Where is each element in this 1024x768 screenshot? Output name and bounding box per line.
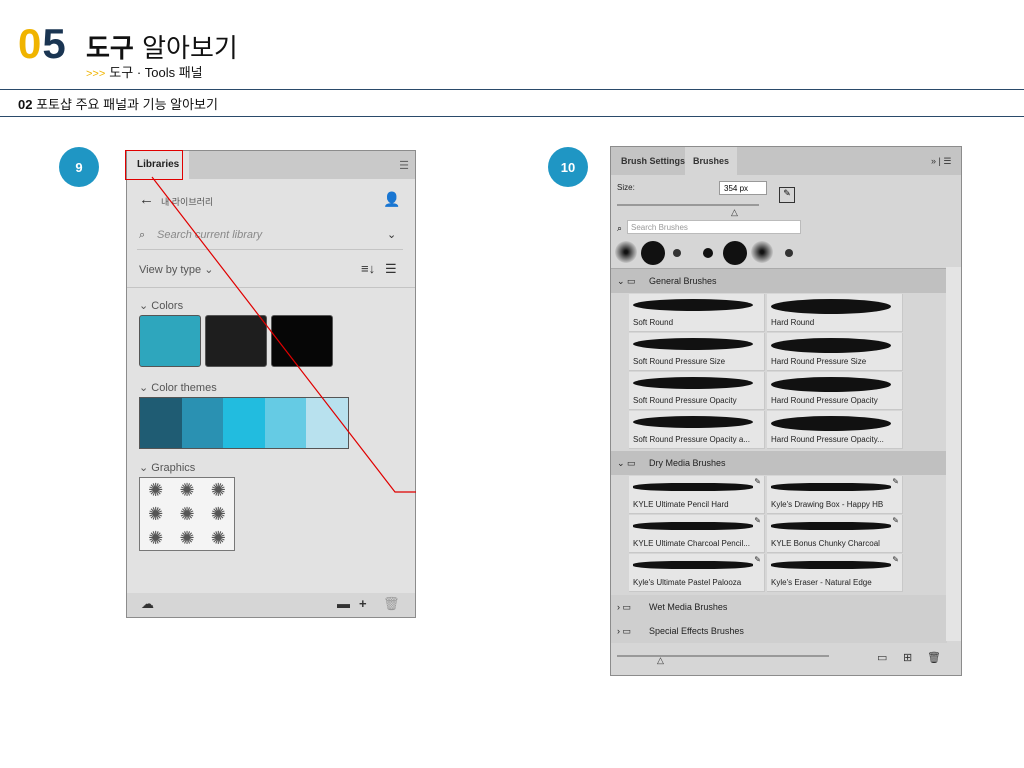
pencil-icon: ✎ — [754, 516, 761, 525]
chapter-subtitle: >>> 도구 · Tools 패널 — [86, 65, 203, 80]
brush-preset-hard-2[interactable] — [723, 241, 747, 265]
ferris-wheel-icon: ✺ — [179, 504, 195, 524]
brush-name: KYLE Ultimate Charcoal Pencil... — [633, 539, 750, 548]
ferris-wheel-icon: ✺ — [179, 528, 195, 548]
brush-name: KYLE Bonus Chunky Charcoal — [771, 539, 880, 548]
zoom-slider-track[interactable] — [617, 655, 829, 657]
brush-stroke-preview — [633, 377, 753, 389]
size-input[interactable]: 354 px — [719, 181, 767, 195]
add-icon[interactable]: + — [359, 596, 367, 611]
brush-cell[interactable]: ✎ KYLE Ultimate Pencil Hard — [629, 476, 765, 514]
pencil-icon: ✎ — [754, 555, 761, 564]
brush-stroke-preview — [633, 338, 753, 350]
brush-stroke-preview — [771, 338, 891, 353]
group-special-effects-brushes[interactable]: › ▭ Special Effects Brushes — [611, 619, 947, 643]
brush-stroke-preview — [771, 483, 891, 491]
panel-menu-icon[interactable]: ☰ — [399, 159, 409, 172]
brush-cell[interactable]: ✎ KYLE Bonus Chunky Charcoal — [767, 515, 903, 553]
pencil-icon: ✎ — [892, 555, 899, 564]
brush-stroke-preview — [771, 377, 891, 392]
panel-menu-icon[interactable]: » | ☰ — [923, 147, 959, 175]
group-general-brushes[interactable]: ⌄ ▭ General Brushes — [611, 269, 947, 293]
brushes-panel: Brush Settings Brushes » | ☰ Size: 354 p… — [610, 146, 962, 676]
brush-name: KYLE Ultimate Pencil Hard — [633, 500, 729, 509]
brush-preset-hard[interactable] — [641, 241, 665, 265]
divider-bottom — [0, 116, 1024, 117]
pencil-icon: ✎ — [892, 516, 899, 525]
brushes-tabbar: Brush Settings Brushes » | ☰ — [611, 147, 961, 175]
folder-icon[interactable]: ▬ — [337, 596, 350, 611]
brush-name: Kyle's Ultimate Pastel Palooza — [633, 578, 742, 587]
brush-name: Soft Round Pressure Size — [633, 357, 726, 366]
tab-brushes[interactable]: Brushes — [685, 147, 738, 175]
brush-cell[interactable]: ✎ Kyle's Drawing Box - Happy HB — [767, 476, 903, 514]
chapter-number: 05 — [18, 20, 67, 67]
brush-stroke-preview — [633, 299, 753, 311]
brush-stroke-preview — [771, 561, 891, 569]
brush-name: Soft Round Pressure Opacity a... — [633, 435, 750, 444]
ferris-wheel-icon: ✺ — [148, 528, 164, 548]
brush-preset-soft-2[interactable] — [751, 241, 773, 263]
pencil-icon: ✎ — [892, 477, 899, 486]
group-dry-media-brushes[interactable]: ⌄ ▭ Dry Media Brushes — [611, 451, 947, 475]
step-badge-9: 9 — [59, 147, 99, 187]
ferris-wheel-icon: ✺ — [210, 504, 226, 524]
search-icon: ⌕ — [617, 223, 623, 233]
brush-preset-dot[interactable] — [703, 248, 713, 258]
brush-stroke-preview — [633, 522, 753, 530]
brush-name: Kyle's Drawing Box - Happy HB — [771, 500, 884, 509]
size-slider-handle[interactable]: △ — [731, 207, 738, 218]
brush-search-input[interactable]: Search Brushes — [627, 220, 801, 234]
brush-cell[interactable]: ✎ KYLE Ultimate Charcoal Pencil... — [629, 515, 765, 553]
brush-stroke-preview — [633, 483, 753, 491]
brush-name: Hard Round Pressure Opacity... — [771, 435, 884, 444]
pencil-icon: ✎ — [754, 477, 761, 486]
chapter-title: 도구 알아보기 — [86, 34, 238, 64]
brush-cell[interactable]: Hard Round Pressure Opacity... — [767, 411, 903, 449]
brush-preview-icon[interactable]: ✎ — [779, 187, 795, 203]
brush-preset-soft[interactable] — [615, 241, 637, 263]
callout-line — [151, 176, 416, 493]
brush-name: Kyle's Eraser - Natural Edge — [771, 578, 872, 587]
size-label: Size: — [617, 183, 635, 192]
brush-cell[interactable]: Soft Round Pressure Opacity — [629, 372, 765, 410]
brush-cell[interactable]: Soft Round Pressure Size — [629, 333, 765, 371]
group-wet-media-brushes[interactable]: › ▭ Wet Media Brushes — [611, 595, 947, 619]
brush-stroke-preview — [771, 416, 891, 431]
ferris-wheel-icon: ✺ — [210, 528, 226, 548]
brush-stroke-preview — [633, 561, 753, 569]
divider-top — [0, 89, 1024, 90]
brush-stroke-preview — [771, 522, 891, 530]
step-badge-10: 10 — [548, 147, 588, 187]
brush-name: Hard Round Pressure Size — [771, 357, 867, 366]
brush-name: Hard Round — [771, 318, 815, 327]
brush-stroke-preview — [633, 416, 753, 428]
cloud-icon[interactable]: ☁ — [141, 596, 154, 612]
folder-icon[interactable]: ▭ — [877, 651, 887, 664]
scrollbar[interactable] — [946, 267, 961, 641]
brush-cell[interactable]: ✎ Kyle's Eraser - Natural Edge — [767, 554, 903, 592]
brush-preset-small-2[interactable] — [785, 249, 793, 257]
libraries-footer: ☁ ▬ + 🗑 — [127, 593, 415, 617]
brush-cell[interactable]: Hard Round — [767, 294, 903, 332]
brush-preset-small[interactable] — [673, 249, 681, 257]
brush-cell[interactable]: Soft Round — [629, 294, 765, 332]
brush-name: Soft Round Pressure Opacity — [633, 396, 737, 405]
ferris-wheel-icon: ✺ — [148, 504, 164, 524]
brush-cell[interactable]: Hard Round Pressure Size — [767, 333, 903, 371]
size-slider-track[interactable] — [617, 204, 759, 206]
trash-icon[interactable]: 🗑 — [383, 596, 400, 612]
tab-brush-settings[interactable]: Brush Settings — [613, 147, 693, 175]
new-brush-icon[interactable]: ⊞ — [903, 651, 912, 664]
zoom-slider-handle[interactable]: △ — [657, 655, 664, 666]
brush-name: Soft Round — [633, 318, 674, 327]
brush-cell[interactable]: ✎ Kyle's Ultimate Pastel Palooza — [629, 554, 765, 592]
brush-name: Hard Round Pressure Opacity — [771, 396, 878, 405]
brush-cell[interactable]: Soft Round Pressure Opacity a... — [629, 411, 765, 449]
trash-icon[interactable]: 🗑 — [927, 651, 941, 664]
brush-cell[interactable]: Hard Round Pressure Opacity — [767, 372, 903, 410]
search-icon: ⌕ — [139, 229, 146, 241]
section-heading: 02 포토샵 주요 패널과 기능 알아보기 — [18, 97, 218, 112]
brush-stroke-preview — [771, 299, 891, 314]
